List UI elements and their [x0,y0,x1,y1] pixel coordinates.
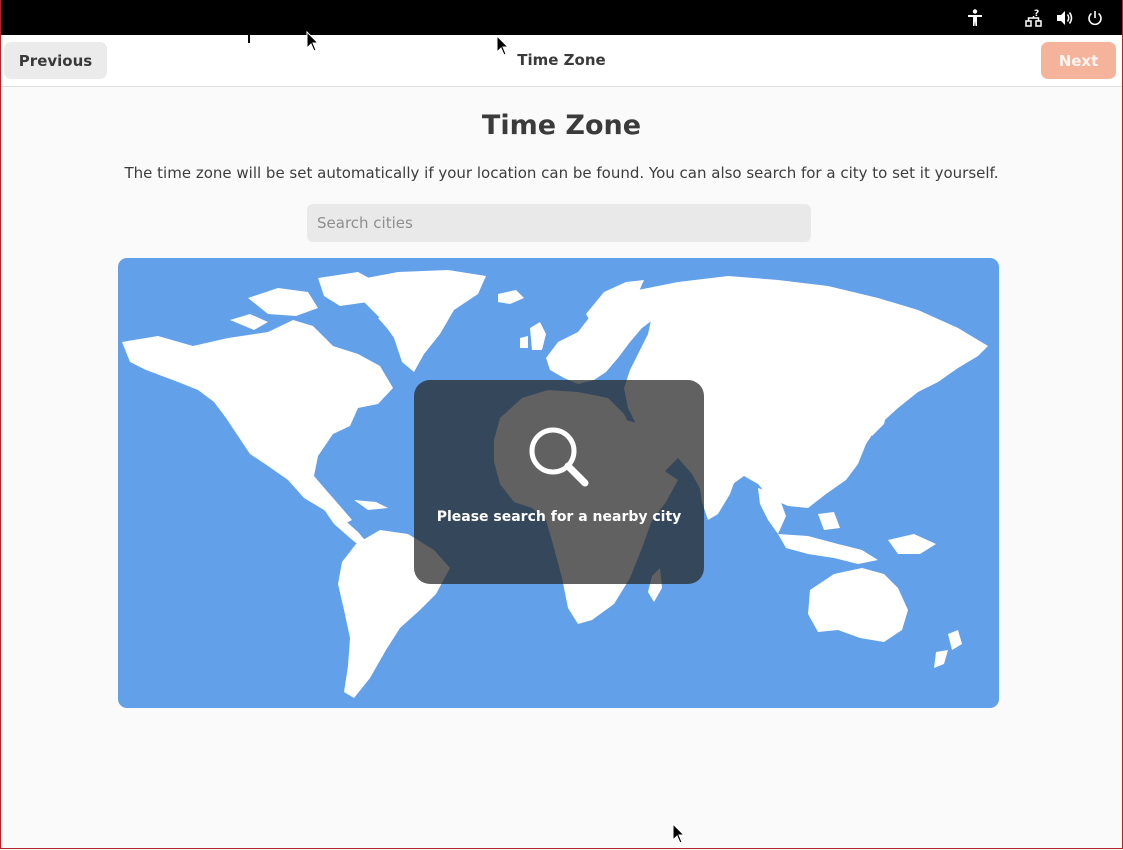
system-top-bar: ? [0,0,1123,35]
cursor-icon [496,35,510,56]
network-icon[interactable]: ? [1024,8,1044,28]
search-prompt-overlay: Please search for a nearby city [414,380,704,584]
accessibility-icon[interactable] [965,8,985,28]
volume-icon[interactable] [1055,8,1075,28]
power-icon[interactable] [1085,8,1105,28]
cursor-icon [672,823,686,844]
next-button[interactable]: Next [1041,42,1116,79]
search-icon [529,427,589,487]
cursor-icon [243,23,250,43]
page-description: The time zone will be set automatically … [124,164,999,182]
search-cities-input[interactable] [307,204,811,242]
search-prompt-text: Please search for a nearby city [436,509,682,525]
page-title: Time Zone [481,110,642,141]
previous-button[interactable]: Previous [4,42,107,79]
header-title: Time Zone [517,51,606,69]
header-bar: Time Zone Previous Next [1,35,1122,87]
svg-text:?: ? [1034,9,1039,19]
world-map[interactable]: Please search for a nearby city [118,258,999,708]
cursor-icon [306,31,320,52]
